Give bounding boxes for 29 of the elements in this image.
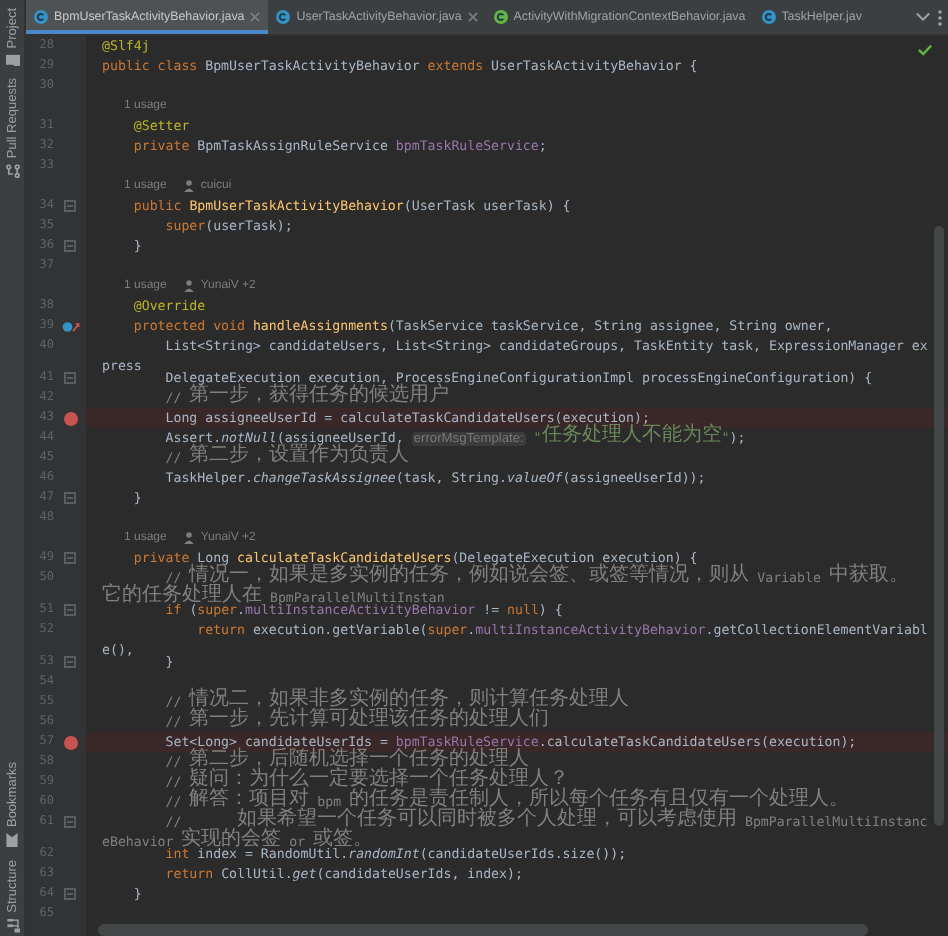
bookmark-icon [6, 833, 18, 848]
class-file-icon [276, 10, 291, 24]
close-icon[interactable] [467, 12, 478, 22]
fold-icon[interactable] [64, 492, 76, 504]
fold-icon[interactable] [64, 816, 76, 828]
breakpoint-icon[interactable] [63, 411, 77, 425]
class-file-icon [761, 10, 776, 24]
structure-icon [5, 918, 19, 932]
check-icon [918, 44, 932, 56]
fold-icon[interactable] [64, 656, 76, 668]
fold-icon[interactable] [64, 372, 76, 384]
pull-request-icon [5, 164, 19, 179]
folder-icon [5, 54, 19, 67]
horizontal-scrollbar[interactable] [98, 924, 868, 936]
fold-icon[interactable] [64, 200, 76, 212]
person-icon [184, 280, 195, 292]
fold-icon[interactable] [64, 240, 76, 252]
interface-file-icon [493, 10, 508, 24]
close-icon[interactable] [250, 12, 261, 22]
fold-icon[interactable] [64, 604, 76, 616]
fold-icon[interactable] [64, 888, 76, 900]
override-icon[interactable] [61, 319, 79, 333]
chevron-down-icon[interactable] [916, 12, 930, 22]
person-icon [184, 180, 195, 192]
breakpoint-icon[interactable] [63, 735, 77, 749]
person-icon [184, 532, 195, 544]
class-file-icon [34, 10, 48, 24]
vertical-scrollbar[interactable] [934, 226, 944, 826]
fold-icon[interactable] [64, 552, 76, 564]
